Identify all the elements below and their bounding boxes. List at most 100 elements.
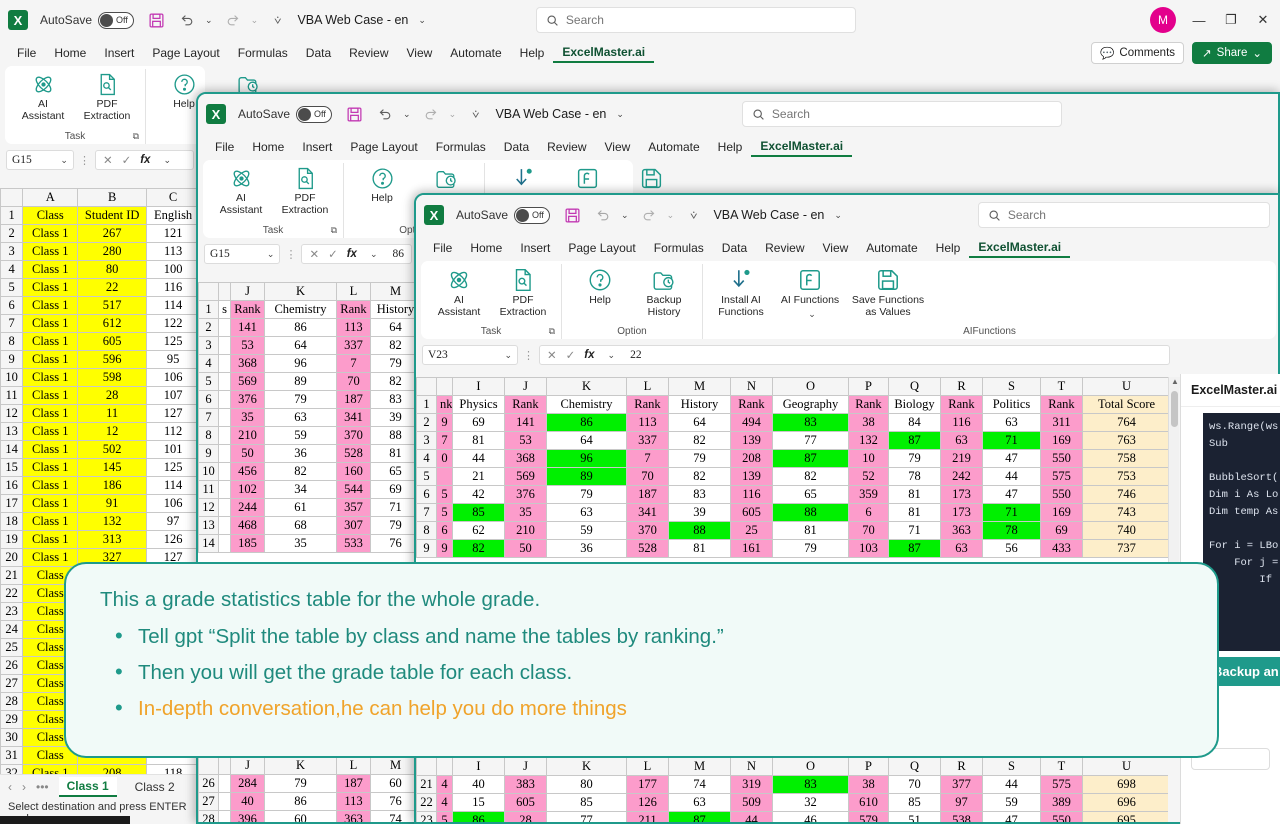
row-header[interactable]: 22 [0, 584, 24, 603]
cell[interactable]: 370 [336, 426, 371, 445]
cancel-formula-icon[interactable]: ✕ [103, 153, 113, 167]
cell[interactable]: 70 [888, 775, 941, 794]
cell-partial[interactable] [218, 516, 231, 535]
column-header-J[interactable]: J [230, 756, 265, 775]
install-ai-functions-button[interactable] [492, 166, 554, 191]
cell[interactable]: 88 [668, 521, 731, 540]
row-header[interactable]: 23 [0, 602, 24, 621]
cell[interactable]: 433 [1040, 539, 1083, 558]
table-row[interactable]: 10 Class 1 598 106 [0, 368, 200, 387]
cell[interactable]: Class 1 [22, 530, 79, 549]
cell[interactable]: 86 [264, 318, 337, 337]
cell-partial[interactable] [218, 480, 231, 499]
column-header-Q[interactable]: Q [888, 757, 941, 776]
cell-partial[interactable] [218, 336, 231, 355]
cell[interactable]: 596 [77, 350, 148, 369]
backup-history-button[interactable]: Backup History [633, 267, 695, 319]
cell[interactable]: 79 [668, 449, 731, 468]
cell[interactable]: 63 [982, 413, 1041, 432]
cell[interactable]: 86 [264, 792, 337, 811]
cell-partial[interactable] [218, 444, 231, 463]
cell[interactable]: 187 [626, 485, 669, 504]
table-row[interactable]: 6 376 79 187 83 [198, 390, 416, 409]
corner-cell[interactable] [416, 757, 437, 776]
column-header-K[interactable]: K [264, 282, 337, 301]
cell[interactable]: 605 [77, 332, 148, 351]
column-header-R[interactable]: R [940, 377, 983, 396]
row-header[interactable]: 6 [198, 390, 219, 409]
redo-chevron-icon[interactable]: ⌄ [251, 15, 259, 26]
name-box-chevron-icon[interactable]: ⌄ [60, 155, 68, 166]
tab-review[interactable]: Review [756, 239, 813, 257]
row-header[interactable]: 5 [198, 372, 219, 391]
cell[interactable]: 97 [146, 512, 200, 531]
table-row[interactable]: 28 396 60 363 74 [198, 810, 416, 822]
row-header[interactable]: 10 [198, 462, 219, 481]
cell[interactable]: 132 [77, 512, 148, 531]
cell[interactable]: 106 [146, 368, 200, 387]
cell[interactable]: 35 [264, 534, 337, 553]
cell[interactable]: 81 [888, 485, 941, 504]
table-row[interactable]: 9 Class 1 596 95 [0, 350, 200, 369]
search-box[interactable] [535, 7, 856, 33]
cell[interactable]: 79 [772, 539, 849, 558]
cell[interactable]: 83 [370, 390, 416, 409]
row-header[interactable]: 12 [198, 498, 219, 517]
tab-home[interactable]: Home [461, 239, 511, 257]
cell[interactable]: 82 [452, 539, 505, 558]
header-cell[interactable]: Chemistry [264, 300, 337, 319]
cell-partial[interactable] [218, 372, 231, 391]
column-header-M[interactable]: M [668, 757, 731, 776]
name-box-more-icon[interactable]: ⋮ [79, 154, 90, 167]
cell-partial[interactable]: 6 [436, 521, 453, 540]
row-header[interactable]: 10 [0, 368, 24, 387]
cell[interactable]: 6 [848, 503, 889, 522]
cell[interactable]: 141 [230, 318, 265, 337]
install-ai-functions-button[interactable]: Install AI Functions [710, 267, 772, 319]
task-dialog-launcher-icon[interactable]: ⧉ [549, 326, 555, 337]
name-box-more-icon[interactable]: ⋮ [285, 248, 296, 261]
tab-help[interactable]: Help [927, 239, 970, 257]
row-header[interactable]: 5 [416, 467, 437, 486]
cell[interactable]: 69 [370, 480, 416, 499]
table-row[interactable]: 5 Class 1 22 116 [0, 278, 200, 297]
cell[interactable]: Class 1 [22, 764, 79, 774]
cell[interactable]: 211 [626, 811, 669, 822]
sheet-table-2[interactable]: J K L M 1 s Rank Chemistry Rank History 2 141 86 113 6… [198, 282, 416, 553]
cell[interactable]: Class 1 [22, 440, 79, 459]
row-header[interactable]: 8 [198, 426, 219, 445]
cell[interactable]: 64 [668, 413, 731, 432]
pdf-extraction-button[interactable]: PDF Extraction [76, 72, 138, 123]
table-row[interactable]: 2144038380177743198338703774457569819 [416, 775, 1168, 794]
cell[interactable]: 89 [546, 467, 627, 486]
row-header[interactable]: 6 [416, 485, 437, 504]
close-button[interactable]: ✕ [1254, 12, 1272, 28]
row-header[interactable]: 16 [0, 476, 24, 495]
column-header-O[interactable]: O [772, 757, 849, 776]
cell[interactable]: 22 [77, 278, 148, 297]
all-sheets-icon[interactable]: ••• [36, 780, 49, 794]
tab-automate[interactable]: Automate [441, 44, 510, 62]
cell[interactable]: 82 [370, 372, 416, 391]
cell[interactable]: 76 [370, 534, 416, 553]
cell[interactable]: 70 [848, 521, 889, 540]
cell[interactable]: 40 [452, 775, 505, 794]
tab-insert[interactable]: Insert [511, 239, 559, 257]
cell[interactable]: 161 [730, 539, 773, 558]
cell-partial[interactable]: 4 [436, 775, 453, 794]
undo-chevron-icon[interactable]: ⌄ [621, 210, 629, 221]
help-button[interactable]: Help [351, 166, 413, 205]
corner-cell[interactable] [0, 188, 24, 207]
table-row[interactable]: 3 53 64 337 82 [198, 336, 416, 355]
save-icon[interactable] [564, 207, 581, 224]
cell[interactable]: 376 [230, 390, 265, 409]
cancel-formula-icon[interactable]: ✕ [547, 348, 557, 362]
cell[interactable]: 187 [336, 774, 371, 793]
cell-partial[interactable] [218, 498, 231, 517]
cell[interactable]: Class 1 [22, 494, 79, 513]
cell[interactable]: 44 [982, 775, 1041, 794]
row-header[interactable]: 25 [0, 638, 24, 657]
tab-automate[interactable]: Automate [639, 138, 708, 156]
next-sheet-icon[interactable]: › [22, 780, 26, 794]
sheet-table-2-bottom[interactable]: JKLM262847918760274086113762839660363742… [198, 756, 416, 822]
